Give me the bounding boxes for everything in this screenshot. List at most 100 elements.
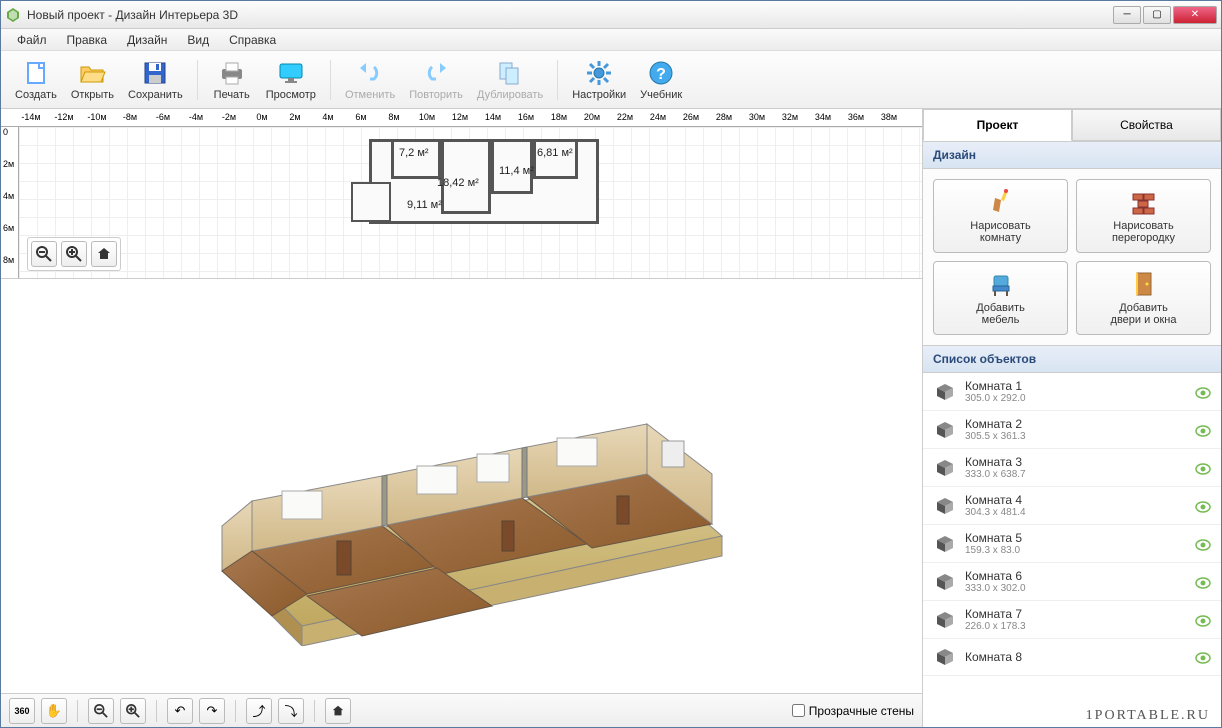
toolbar-undo-button[interactable]: Отменить: [339, 57, 401, 103]
360-view-button[interactable]: 360: [9, 698, 35, 724]
object-dimensions: 226.0 x 178.3: [965, 621, 1195, 632]
visibility-toggle-icon[interactable]: [1195, 424, 1211, 436]
visibility-toggle-icon[interactable]: [1195, 576, 1211, 588]
room-area-label: 11,4 м²: [499, 165, 534, 177]
ruler-vertical: 02м4м6м8м: [1, 127, 19, 279]
visibility-toggle-icon[interactable]: [1195, 651, 1211, 663]
side-tabs: Проект Свойства: [923, 109, 1221, 141]
home-button[interactable]: [91, 241, 117, 267]
tilt-down-button[interactable]: ⤵: [278, 698, 304, 724]
tilt-up-button[interactable]: ⤴: [246, 698, 272, 724]
design-buttons-grid: НарисоватькомнатуНарисоватьперегородкуДо…: [923, 169, 1221, 345]
object-list-item[interactable]: Комната 4304.3 x 481.4: [923, 487, 1221, 525]
home-3d-button[interactable]: [325, 698, 351, 724]
design-door-button[interactable]: Добавитьдвери и окна: [1076, 261, 1211, 335]
object-list-item[interactable]: Комната 7226.0 x 178.3: [923, 601, 1221, 639]
menu-view[interactable]: Вид: [177, 31, 219, 49]
undo-icon: [356, 59, 384, 87]
plan-canvas[interactable]: 7,2 м²18,42 м²11,4 м²6,81 м²9,11 м²: [19, 127, 922, 279]
menu-help[interactable]: Справка: [219, 31, 286, 49]
visibility-toggle-icon[interactable]: [1195, 538, 1211, 550]
draw-room-icon: [987, 188, 1015, 216]
open-icon: [78, 59, 106, 87]
wall-icon: [1130, 188, 1158, 216]
rotate-right-button[interactable]: ↷: [199, 698, 225, 724]
design-wall-button[interactable]: Нарисоватьперегородку: [1076, 179, 1211, 253]
toolbar-save-button[interactable]: Сохранить: [122, 57, 189, 103]
visibility-toggle-icon[interactable]: [1195, 386, 1211, 398]
visibility-toggle-icon[interactable]: [1195, 462, 1211, 474]
menubar: Файл Правка Дизайн Вид Справка: [1, 29, 1221, 51]
object-name: Комната 1: [965, 379, 1195, 393]
redo-icon: [422, 59, 450, 87]
object-list-item[interactable]: Комната 2305.5 x 361.3: [923, 411, 1221, 449]
monitor-icon: [277, 59, 305, 87]
viewport-column: -14м-12м-10м-8м-6м-4м-2м0м2м4м6м8м10м12м…: [1, 109, 923, 727]
object-list-item[interactable]: Комната 6333.0 x 302.0: [923, 563, 1221, 601]
design-section-header: Дизайн: [923, 141, 1221, 169]
room-area-label: 18,42 м²: [437, 177, 479, 189]
zoom-out-3d-button[interactable]: [88, 698, 114, 724]
toolbar-label: Повторить: [409, 89, 463, 101]
rotate-left-button[interactable]: ↶: [167, 698, 193, 724]
toolbar-label: Сохранить: [128, 89, 183, 101]
toolbar-open-button[interactable]: Открыть: [65, 57, 120, 103]
zoom-in-3d-button[interactable]: [120, 698, 146, 724]
object-name: Комната 2: [965, 417, 1195, 431]
plan-view-2d[interactable]: -14м-12м-10м-8м-6м-4м-2м0м2м4м6м8м10м12м…: [1, 109, 922, 279]
toolbar-label: Открыть: [71, 89, 114, 101]
help-icon: ?: [647, 59, 675, 87]
objects-section-header: Список объектов: [923, 345, 1221, 373]
tab-project[interactable]: Проект: [923, 109, 1072, 141]
visibility-toggle-icon[interactable]: [1195, 500, 1211, 512]
toolbar-label: Создать: [15, 89, 57, 101]
window-title: Новый проект - Дизайн Интерьера 3D: [27, 8, 1113, 22]
object-list-item[interactable]: Комната 8: [923, 639, 1221, 676]
plan-zoom-controls: [27, 237, 121, 271]
zoom-out-button[interactable]: [31, 241, 57, 267]
app-icon: [5, 7, 21, 23]
tab-properties[interactable]: Свойства: [1072, 109, 1221, 141]
transparent-walls-checkbox[interactable]: Прозрачные стены: [792, 704, 914, 718]
visibility-toggle-icon[interactable]: [1195, 614, 1211, 626]
cube-icon: [933, 494, 957, 518]
menu-edit[interactable]: Правка: [57, 31, 118, 49]
object-dimensions: 159.3 x 83.0: [965, 545, 1195, 556]
toolbar-new-button[interactable]: Создать: [9, 57, 63, 103]
window-controls: ─ ▢ ✕: [1113, 6, 1217, 24]
object-dimensions: 305.5 x 361.3: [965, 431, 1195, 442]
zoom-in-button[interactable]: [61, 241, 87, 267]
object-list-item[interactable]: Комната 1305.0 x 292.0: [923, 373, 1221, 411]
cube-icon: [933, 645, 957, 669]
menu-design[interactable]: Дизайн: [117, 31, 177, 49]
titlebar: Новый проект - Дизайн Интерьера 3D ─ ▢ ✕: [1, 1, 1221, 29]
object-dimensions: 333.0 x 638.7: [965, 469, 1195, 480]
minimize-button[interactable]: ─: [1113, 6, 1141, 24]
pan-button[interactable]: ✋: [41, 698, 67, 724]
3d-render: [192, 326, 732, 646]
toolbar-settings-button[interactable]: Настройки: [566, 57, 632, 103]
close-button[interactable]: ✕: [1173, 6, 1217, 24]
toolbar-help-button[interactable]: ?Учебник: [634, 57, 688, 103]
ruler-horizontal: -14м-12м-10м-8м-6м-4м-2м0м2м4м6м8м10м12м…: [1, 109, 922, 127]
object-list[interactable]: Комната 1305.0 x 292.0Комната 2305.5 x 3…: [923, 373, 1221, 727]
object-name: Комната 7: [965, 607, 1195, 621]
design-draw-room-button[interactable]: Нарисоватькомнату: [933, 179, 1068, 253]
cube-icon: [933, 456, 957, 480]
object-dimensions: 304.3 x 481.4: [965, 507, 1195, 518]
watermark: 1PORTABLE.RU: [1086, 708, 1210, 724]
object-list-item[interactable]: Комната 5159.3 x 83.0: [923, 525, 1221, 563]
toolbar-redo-button[interactable]: Повторить: [403, 57, 469, 103]
transparent-walls-input[interactable]: [792, 704, 805, 717]
object-list-item[interactable]: Комната 3333.0 x 638.7: [923, 449, 1221, 487]
cube-icon: [933, 570, 957, 594]
menu-file[interactable]: Файл: [7, 31, 57, 49]
maximize-button[interactable]: ▢: [1143, 6, 1171, 24]
toolbar-duplicate-button[interactable]: Дублировать: [471, 57, 549, 103]
object-name: Комната 8: [965, 650, 1195, 664]
toolbar-label: Дублировать: [477, 89, 543, 101]
toolbar-print-button[interactable]: Печать: [206, 57, 258, 103]
toolbar-monitor-button[interactable]: Просмотр: [260, 57, 322, 103]
design-chair-button[interactable]: Добавитьмебель: [933, 261, 1068, 335]
3d-view[interactable]: [1, 279, 922, 693]
